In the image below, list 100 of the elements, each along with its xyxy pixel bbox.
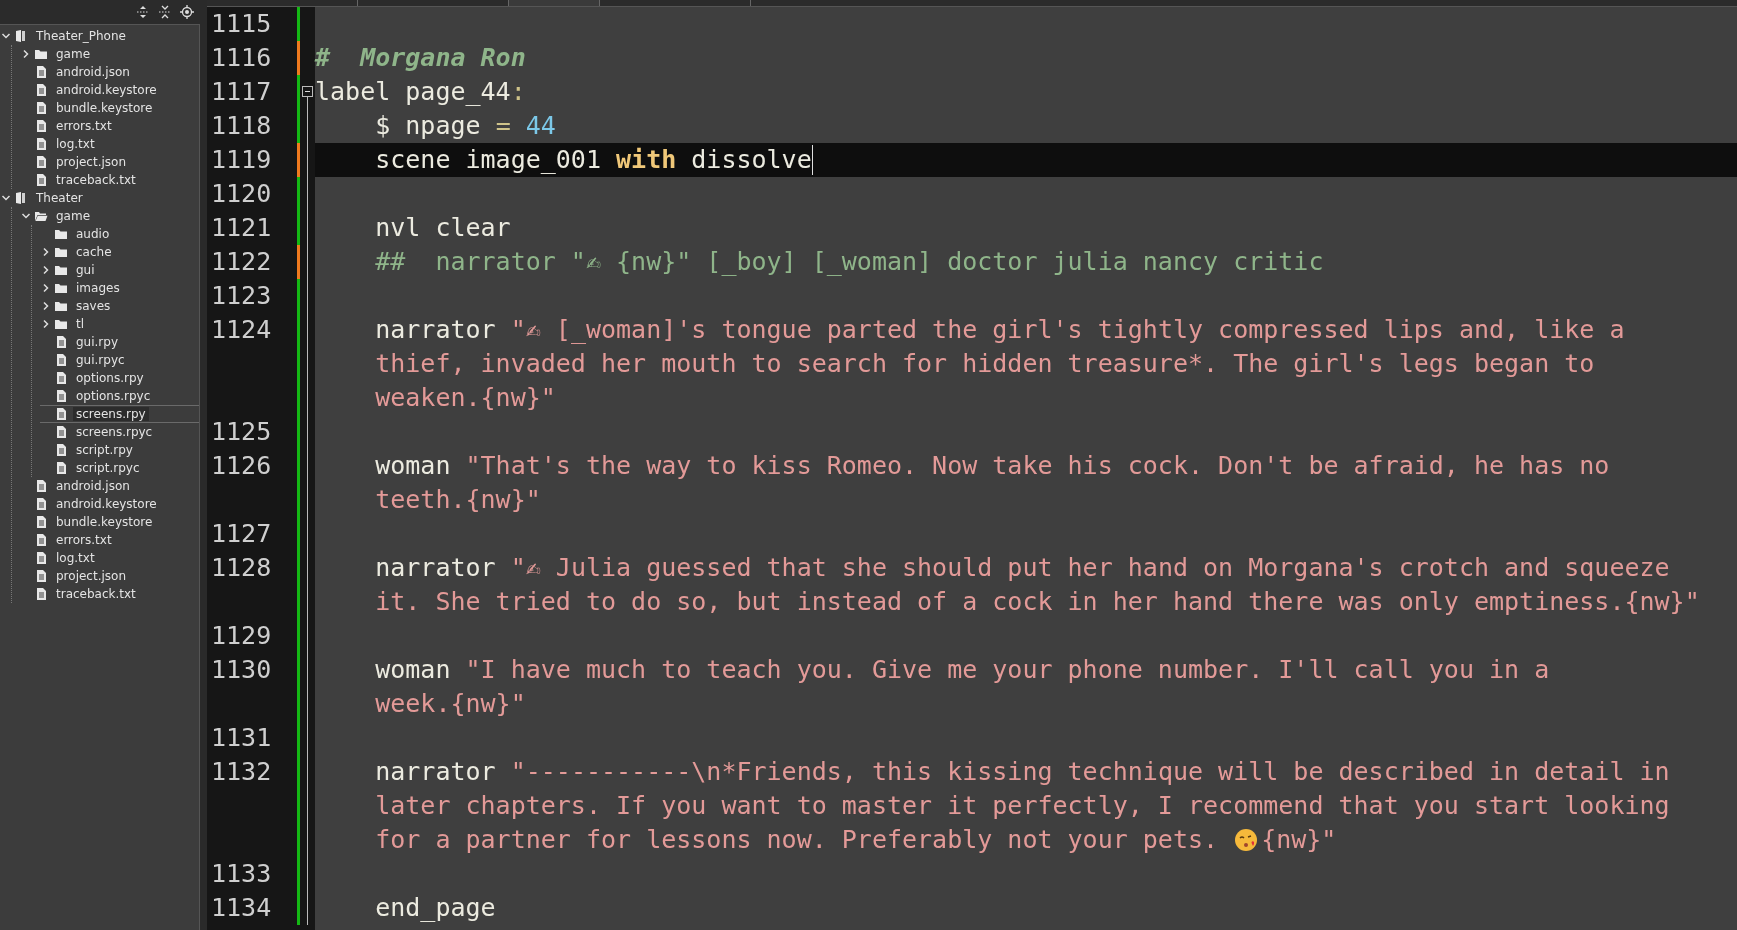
- document-icon: [34, 119, 48, 133]
- tree-item[interactable]: gui.rpy: [73, 335, 122, 349]
- target-icon[interactable]: [180, 5, 194, 19]
- line-number: 1118: [211, 111, 272, 140]
- tree-item[interactable]: gui: [73, 263, 98, 277]
- line-number: 1119: [211, 145, 272, 174]
- document-icon: [54, 443, 68, 457]
- folder-icon: [54, 227, 68, 241]
- line-number: 1130: [211, 655, 272, 684]
- document-icon: [34, 533, 48, 547]
- document-icon: [34, 497, 48, 511]
- tree-item[interactable]: script.rpyc: [73, 461, 143, 475]
- code-string: "-----------\n*Friends, this kissing technique will be described in detail in: [510, 756, 1670, 788]
- tree-item[interactable]: options.rpy: [73, 371, 147, 385]
- code-string: later chapters. If you want to master it perfectly, I recommend that you start looking: [374, 790, 1670, 822]
- collapse-all-icon[interactable]: [136, 5, 150, 19]
- code-comment: # Morgana Ron: [315, 42, 526, 74]
- document-icon: [34, 155, 48, 169]
- tree-item[interactable]: errors.txt: [53, 533, 115, 547]
- tree-item[interactable]: game: [53, 209, 94, 223]
- folder-icon: [54, 245, 68, 259]
- tree-item[interactable]: log.txt: [53, 137, 98, 151]
- code-text: label page_44: [315, 76, 511, 108]
- tree-item[interactable]: android.json: [53, 65, 133, 79]
- folder-icon: [54, 281, 68, 295]
- line-number: 1129: [211, 621, 272, 650]
- tree-item[interactable]: Theater: [33, 191, 86, 205]
- document-icon: [34, 551, 48, 565]
- book-icon: [14, 191, 28, 205]
- line-number: 1133: [211, 859, 272, 888]
- line-number: 1126: [211, 451, 272, 480]
- book-icon: [14, 29, 28, 43]
- code-string: week.{nw}": [374, 688, 526, 720]
- code-string: "That's the way to kiss Romeo. Now take his cock. Don't be afraid, he has no: [465, 450, 1610, 482]
- document-icon: [54, 335, 68, 349]
- tree-item[interactable]: android.keystore: [53, 497, 160, 511]
- tree-item[interactable]: script.rpy: [73, 443, 136, 457]
- code-string: thief, invaded her mouth to search for hidden treasure*. The girl's legs began to: [374, 348, 1595, 380]
- tree-item[interactable]: Theater_Phone: [33, 29, 129, 43]
- code-text: end_page: [374, 892, 496, 924]
- tree-item[interactable]: bundle.keystore: [53, 515, 156, 529]
- line-number: 1134: [211, 893, 272, 922]
- document-icon: [54, 425, 68, 439]
- tree-item[interactable]: screens.rpyc: [73, 425, 156, 439]
- tree-item[interactable]: gui.rpyc: [73, 353, 128, 367]
- code-text: narrator: [374, 552, 497, 584]
- code-string: "I have much to teach you. Give me your phone number. I'll call you in a: [465, 654, 1550, 686]
- tree-item[interactable]: bundle.keystore: [53, 101, 156, 115]
- document-icon: [54, 353, 68, 367]
- tree-item[interactable]: project.json: [53, 155, 129, 169]
- code-text: woman: [374, 654, 452, 686]
- folder-open-icon: [34, 209, 48, 223]
- document-icon: [54, 461, 68, 475]
- code-string: teeth.{nw}": [374, 484, 541, 516]
- folder-icon: [54, 263, 68, 277]
- line-number: 1128: [211, 553, 272, 582]
- tree-item[interactable]: options.rpyc: [73, 389, 154, 403]
- code-text: narrator: [374, 756, 497, 788]
- document-icon: [34, 587, 48, 601]
- code-text: woman: [374, 450, 452, 482]
- tree-item[interactable]: saves: [73, 299, 114, 313]
- tree-item[interactable]: tl: [73, 317, 88, 331]
- line-number: 1116: [211, 43, 272, 72]
- line-number: 1125: [211, 417, 272, 446]
- code-string: for a partner for lessons now. Preferably not your pets.: [374, 824, 1220, 856]
- tree-item[interactable]: traceback.txt: [53, 173, 139, 187]
- line-number: 1132: [211, 757, 272, 786]
- folder-icon: [54, 299, 68, 313]
- code-text: nvl clear: [374, 212, 511, 244]
- line-number: 1115: [211, 9, 272, 38]
- folder-icon: [34, 47, 48, 61]
- tree-item[interactable]: android.keystore: [53, 83, 160, 97]
- tree-item[interactable]: traceback.txt: [53, 587, 139, 601]
- line-number: 1124: [211, 315, 272, 344]
- document-icon: [54, 389, 68, 403]
- code-text: narrator: [374, 314, 497, 346]
- tree-item[interactable]: audio: [73, 227, 113, 241]
- expand-all-icon[interactable]: [158, 5, 172, 19]
- line-number: 1122: [211, 247, 272, 276]
- fold-minus-icon[interactable]: [302, 86, 313, 97]
- line-number: 1131: [211, 723, 272, 752]
- document-icon: [34, 479, 48, 493]
- tree-item[interactable]: cache: [73, 245, 115, 259]
- tree-item[interactable]: game: [53, 47, 94, 61]
- code-operator: :: [510, 76, 526, 108]
- tree-item[interactable]: images: [73, 281, 123, 295]
- code-string: weaken.{nw}": [374, 382, 556, 414]
- tree-item[interactable]: project.json: [53, 569, 129, 583]
- tree-item[interactable]: screens.rpy: [73, 407, 149, 421]
- document-icon: [34, 65, 48, 79]
- code-comment: ## narrator "✍ {nw}" [_boy] [_woman] doctor julia nancy critic: [374, 246, 1324, 278]
- line-number: 1117: [211, 77, 272, 106]
- folder-icon: [54, 317, 68, 331]
- code-string: {nw}": [1261, 824, 1337, 856]
- tree-item[interactable]: log.txt: [53, 551, 98, 565]
- code-text: dissolve: [690, 144, 812, 176]
- code-string: "✍ [_woman]'s tongue parted the girl's tightly compressed lips and, like a: [510, 314, 1625, 346]
- tree-item[interactable]: errors.txt: [53, 119, 115, 133]
- tree-item[interactable]: android.json: [53, 479, 133, 493]
- code-string: it. She tried to do so, but instead of a cock in her hand there was only emptiness.{nw}": [374, 586, 1700, 618]
